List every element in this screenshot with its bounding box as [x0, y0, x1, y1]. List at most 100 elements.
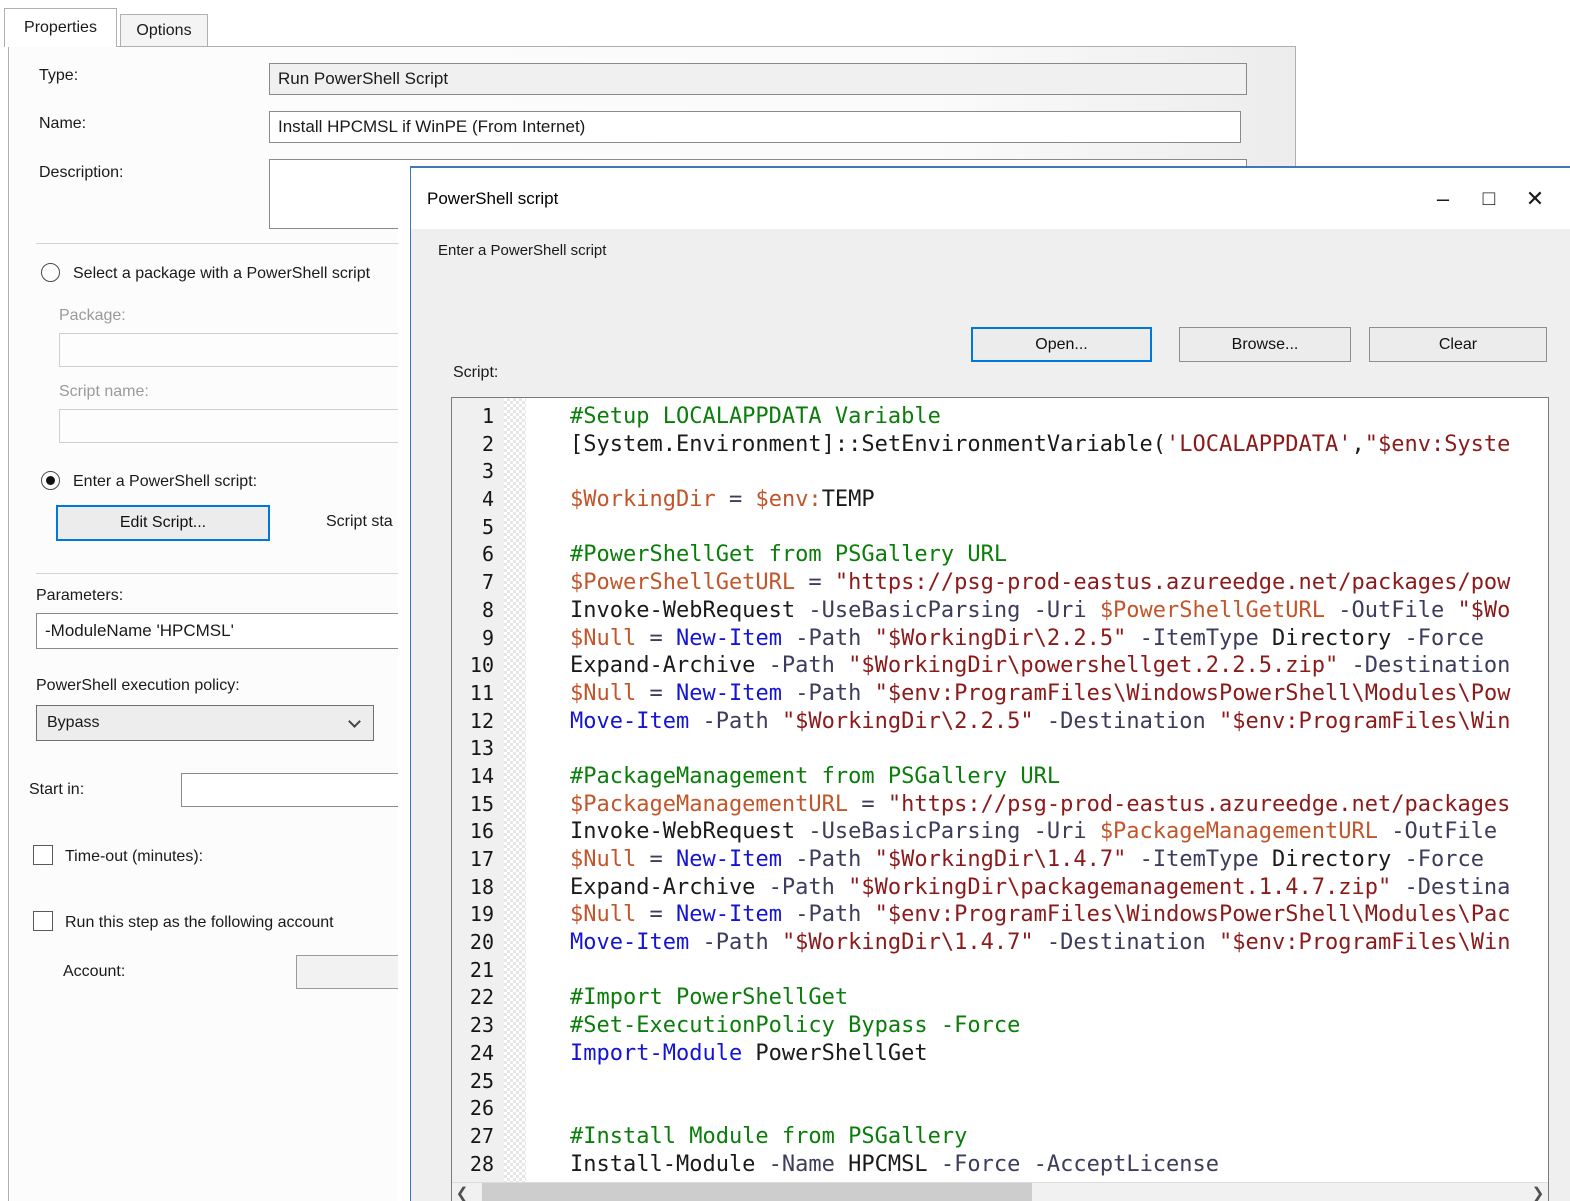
- window-controls: – □ ✕: [1420, 168, 1558, 229]
- line-number: 2: [452, 431, 504, 459]
- code-line: [570, 1068, 1548, 1096]
- line-number: 8: [452, 597, 504, 625]
- maximize-icon[interactable]: □: [1466, 176, 1512, 222]
- line-number: 12: [452, 708, 504, 736]
- line-number: 15: [452, 791, 504, 819]
- run-as-label: Run this step as the following account: [65, 914, 334, 932]
- line-number: 13: [452, 735, 504, 763]
- chevron-down-icon: [348, 715, 361, 728]
- code-line: #Install Module from PSGallery: [570, 1123, 1548, 1151]
- type-field: [269, 63, 1247, 95]
- line-number: 6: [452, 541, 504, 569]
- screen: Properties Options Type: Name: Descripti…: [0, 0, 1570, 1201]
- line-number: 20: [452, 929, 504, 957]
- line-number: 11: [452, 680, 504, 708]
- scrollbar-thumb[interactable]: [482, 1183, 1032, 1201]
- line-number: 25: [452, 1068, 504, 1096]
- editor-gutter: 1234567891011121314151617181920212223242…: [452, 398, 504, 1182]
- dialog-prompt: Enter a PowerShell script: [438, 242, 606, 259]
- execution-policy-label: PowerShell execution policy:: [36, 677, 240, 695]
- code-line: #Set-ExecutionPolicy Bypass -Force: [570, 1012, 1548, 1040]
- scroll-left-icon[interactable]: ❮: [452, 1183, 472, 1201]
- code-line: Invoke-WebRequest -UseBasicParsing -Uri …: [570, 597, 1548, 625]
- script-label: Script:: [453, 364, 498, 382]
- tab-properties[interactable]: Properties: [4, 8, 117, 47]
- browse-button[interactable]: Browse...: [1179, 327, 1351, 362]
- editor-code[interactable]: #Setup LOCALAPPDATA Variable[System.Envi…: [526, 398, 1548, 1182]
- line-number: 1: [452, 403, 504, 431]
- execution-policy-value: Bypass: [47, 714, 99, 732]
- line-number: 22: [452, 984, 504, 1012]
- code-line: Import-Module PowerShellGet: [570, 1040, 1548, 1068]
- line-number: 24: [452, 1040, 504, 1068]
- script-name-label: Script name:: [59, 383, 149, 401]
- radio-select-package-label: Select a package with a PowerShell scrip…: [73, 265, 370, 283]
- line-number: 16: [452, 818, 504, 846]
- name-label: Name:: [39, 115, 86, 133]
- timeout-label: Time-out (minutes):: [65, 848, 203, 866]
- line-number: 21: [452, 957, 504, 985]
- script-status-label: Script sta: [326, 513, 393, 531]
- code-line: [570, 1095, 1548, 1123]
- code-line: [570, 458, 1548, 486]
- code-line: $PackageManagementURL = "https://psg-pro…: [570, 791, 1548, 819]
- line-number: 26: [452, 1095, 504, 1123]
- run-as-checkbox[interactable]: [33, 911, 53, 931]
- line-number: 28: [452, 1151, 504, 1179]
- minimize-icon[interactable]: –: [1420, 176, 1466, 222]
- code-line: #Import PowerShellGet: [570, 984, 1548, 1012]
- editor-main: 1234567891011121314151617181920212223242…: [452, 398, 1548, 1182]
- code-line: [570, 514, 1548, 542]
- code-line: #PowerShellGet from PSGallery URL: [570, 541, 1548, 569]
- code-line: $PowerShellGetURL = "https://psg-prod-ea…: [570, 569, 1548, 597]
- script-editor: 1234567891011121314151617181920212223242…: [451, 397, 1549, 1201]
- line-number: 19: [452, 901, 504, 929]
- scrollbar-track[interactable]: [472, 1183, 1528, 1201]
- dialog-titlebar[interactable]: PowerShell script – □ ✕: [411, 168, 1570, 229]
- line-number: 3: [452, 458, 504, 486]
- line-number: 10: [452, 652, 504, 680]
- radio-enter-script[interactable]: [41, 471, 60, 490]
- code-line: Move-Item -Path "$WorkingDir\1.4.7" -Des…: [570, 929, 1548, 957]
- code-line: $WorkingDir = $env:TEMP: [570, 486, 1548, 514]
- code-line: [570, 735, 1548, 763]
- package-label: Package:: [59, 307, 126, 325]
- edit-script-button[interactable]: Edit Script...: [56, 505, 270, 541]
- line-number: 4: [452, 486, 504, 514]
- execution-policy-select[interactable]: Bypass: [36, 705, 374, 741]
- code-line: $Null = New-Item -Path "$WorkingDir\2.2.…: [570, 625, 1548, 653]
- code-line: $Null = New-Item -Path "$env:ProgramFile…: [570, 901, 1548, 929]
- line-number: 27: [452, 1123, 504, 1151]
- scroll-right-icon[interactable]: ❯: [1528, 1183, 1548, 1201]
- close-icon[interactable]: ✕: [1512, 176, 1558, 222]
- timeout-checkbox[interactable]: [33, 845, 53, 865]
- line-number: 9: [452, 625, 504, 653]
- code-line: Invoke-WebRequest -UseBasicParsing -Uri …: [570, 818, 1548, 846]
- tab-options[interactable]: Options: [120, 14, 208, 47]
- code-line: $Null = New-Item -Path "$WorkingDir\1.4.…: [570, 846, 1548, 874]
- radio-selected-dot: [46, 476, 55, 485]
- parameters-label: Parameters:: [36, 587, 123, 605]
- type-label: Type:: [39, 67, 78, 85]
- line-number: 17: [452, 846, 504, 874]
- open-button[interactable]: Open...: [971, 327, 1152, 362]
- line-number: 14: [452, 763, 504, 791]
- dialog-title: PowerShell script: [427, 168, 558, 229]
- radio-select-package[interactable]: [41, 263, 60, 282]
- name-field[interactable]: [269, 111, 1241, 143]
- code-line: Move-Item -Path "$WorkingDir\2.2.5" -Des…: [570, 708, 1548, 736]
- powershell-script-dialog: PowerShell script – □ ✕ Enter a PowerShe…: [410, 166, 1570, 1201]
- code-line: Expand-Archive -Path "$WorkingDir\powers…: [570, 652, 1548, 680]
- start-in-label: Start in:: [29, 781, 84, 799]
- line-number: 23: [452, 1012, 504, 1040]
- line-number: 7: [452, 569, 504, 597]
- line-number: 18: [452, 874, 504, 902]
- line-number: 5: [452, 514, 504, 542]
- horizontal-scrollbar[interactable]: ❮ ❯: [452, 1182, 1548, 1201]
- code-line: [570, 957, 1548, 985]
- code-line: Install-Module -Name HPCMSL -Force -Acce…: [570, 1151, 1548, 1179]
- clear-button[interactable]: Clear: [1369, 327, 1547, 362]
- code-line: [System.Environment]::SetEnvironmentVari…: [570, 431, 1548, 459]
- editor-icon-margin: [504, 398, 526, 1182]
- radio-enter-script-label: Enter a PowerShell script:: [73, 473, 257, 491]
